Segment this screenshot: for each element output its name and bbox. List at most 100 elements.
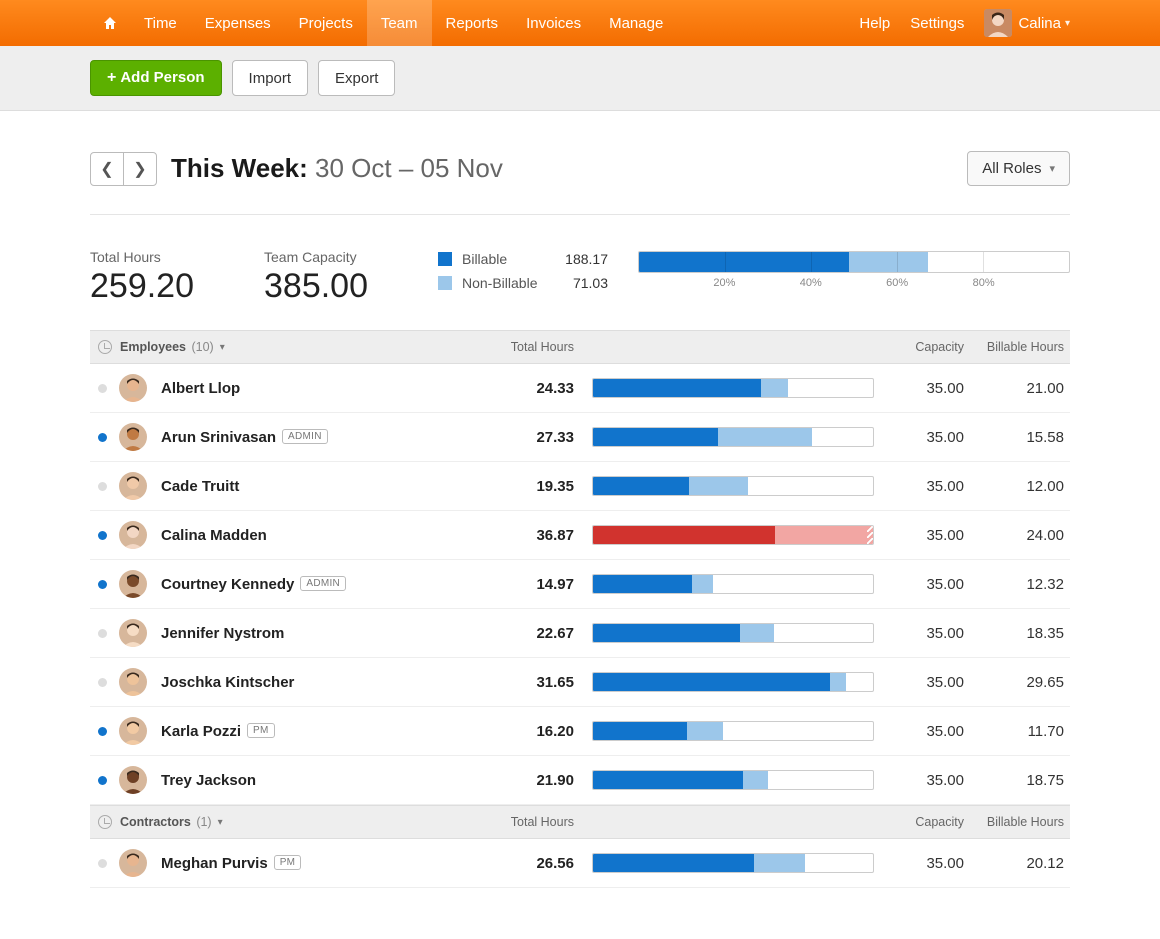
person-billable: 12.32 (964, 576, 1064, 593)
person-total: 31.65 (464, 674, 574, 691)
week-title: This Week: 30 Oct – 05 Nov (171, 153, 503, 184)
avatar (119, 668, 147, 696)
nav-settings[interactable]: Settings (900, 0, 974, 46)
chevron-down-icon: ▾ (1049, 162, 1055, 175)
hours-bar (592, 721, 874, 741)
status-dot (98, 776, 107, 785)
add-person-button[interactable]: +Add Person (90, 60, 222, 96)
user-menu[interactable]: Calina ▾ (974, 9, 1070, 37)
role-badge: PM (274, 855, 302, 870)
hours-bar (592, 770, 874, 790)
person-total: 19.35 (464, 478, 574, 495)
person-total: 36.87 (464, 527, 574, 544)
avatar (119, 570, 147, 598)
import-button[interactable]: Import (232, 60, 309, 96)
person-name: Cade Truitt (161, 478, 239, 495)
person-name: Albert Llop (161, 380, 240, 397)
nav-time[interactable]: Time (130, 0, 191, 46)
total-hours-label: Total Hours (90, 249, 194, 265)
chevron-down-icon: ▾ (1065, 18, 1070, 29)
status-dot (98, 678, 107, 687)
plus-icon: + (107, 69, 116, 86)
legend-billable: Billable 188.17 (438, 251, 608, 267)
person-total: 16.20 (464, 723, 574, 740)
person-name: Trey Jackson (161, 772, 256, 789)
total-hours-stat: Total Hours 259.20 (90, 249, 194, 306)
avatar (119, 619, 147, 647)
person-billable: 11.70 (964, 723, 1064, 740)
group-count: (1) (193, 815, 212, 829)
roles-dropdown[interactable]: All Roles ▾ (967, 151, 1070, 186)
person-row[interactable]: Calina Madden 36.87 35.00 24.00 (90, 511, 1070, 560)
person-row[interactable]: Courtney Kennedy ADMIN 14.97 35.00 12.32 (90, 560, 1070, 609)
person-capacity: 35.00 (874, 527, 964, 544)
person-name: Joschka Kintscher (161, 674, 294, 691)
clock-icon (98, 340, 112, 354)
nonbillable-amount: 71.03 (573, 275, 608, 291)
person-row[interactable]: Cade Truitt 19.35 35.00 12.00 (90, 462, 1070, 511)
avatar (119, 849, 147, 877)
person-capacity: 35.00 (874, 625, 964, 642)
capacity-value: 385.00 (264, 267, 368, 306)
col-total-hours: Total Hours (464, 340, 574, 354)
nav-manage[interactable]: Manage (595, 0, 677, 46)
person-billable: 15.58 (964, 429, 1064, 446)
person-billable: 29.65 (964, 674, 1064, 691)
status-dot (98, 727, 107, 736)
summary-ticks: 20% 40% 60% 80% (638, 277, 1070, 291)
person-name: Meghan Purvis (161, 855, 268, 872)
summary-bar (638, 251, 1070, 273)
person-capacity: 35.00 (874, 772, 964, 789)
person-total: 22.67 (464, 625, 574, 642)
nav-expenses[interactable]: Expenses (191, 0, 285, 46)
avatar (119, 717, 147, 745)
status-dot (98, 580, 107, 589)
hours-bar (592, 427, 874, 447)
prev-week-button[interactable]: ❮ (90, 152, 124, 186)
person-billable: 21.00 (964, 380, 1064, 397)
summary-row: Total Hours 259.20 Team Capacity 385.00 … (90, 215, 1070, 330)
person-total: 27.33 (464, 429, 574, 446)
avatar (119, 472, 147, 500)
person-row[interactable]: Jennifer Nystrom 22.67 35.00 18.35 (90, 609, 1070, 658)
col-billable: Billable Hours (964, 340, 1064, 354)
nav-help[interactable]: Help (849, 0, 900, 46)
status-dot (98, 531, 107, 540)
person-total: 14.97 (464, 576, 574, 593)
person-name: Karla Pozzi (161, 723, 241, 740)
person-capacity: 35.00 (874, 478, 964, 495)
person-row[interactable]: Albert Llop 24.33 35.00 21.00 (90, 364, 1070, 413)
nav-team[interactable]: Team (367, 0, 432, 46)
person-row[interactable]: Meghan Purvis PM 26.56 35.00 20.12 (90, 839, 1070, 888)
person-row[interactable]: Karla Pozzi PM 16.20 35.00 11.70 (90, 707, 1070, 756)
chevron-down-icon: ▾ (220, 342, 225, 353)
user-name: Calina (1018, 15, 1061, 32)
person-name: Calina Madden (161, 527, 267, 544)
nav-projects[interactable]: Projects (285, 0, 367, 46)
status-dot (98, 384, 107, 393)
group-name: Contractors (120, 815, 191, 829)
next-week-button[interactable]: ❯ (123, 152, 157, 186)
action-bar: +Add Person Import Export (0, 46, 1160, 111)
person-row[interactable]: Trey Jackson 21.90 35.00 18.75 (90, 756, 1070, 805)
group-header-contractors[interactable]: Contractors (1) ▾ Total Hours Capacity B… (90, 805, 1070, 839)
export-button[interactable]: Export (318, 60, 395, 96)
col-capacity: Capacity (874, 815, 964, 829)
role-badge: PM (247, 723, 275, 738)
person-row[interactable]: Joschka Kintscher 31.65 35.00 29.65 (90, 658, 1070, 707)
group-header-employees[interactable]: Employees (10) ▾ Total Hours Capacity Bi… (90, 330, 1070, 364)
person-row[interactable]: Arun Srinivasan ADMIN 27.33 35.00 15.58 (90, 413, 1070, 462)
avatar (119, 423, 147, 451)
legend: Billable 188.17 Non-Billable 71.03 (438, 251, 608, 291)
status-dot (98, 859, 107, 868)
hours-bar (592, 853, 874, 873)
person-billable: 18.35 (964, 625, 1064, 642)
person-total: 26.56 (464, 855, 574, 872)
person-name: Arun Srinivasan (161, 429, 276, 446)
person-name: Jennifer Nystrom (161, 625, 284, 642)
nav-reports[interactable]: Reports (432, 0, 513, 46)
avatar (119, 374, 147, 402)
person-name: Courtney Kennedy (161, 576, 294, 593)
home-icon[interactable] (90, 0, 130, 46)
nav-invoices[interactable]: Invoices (512, 0, 595, 46)
